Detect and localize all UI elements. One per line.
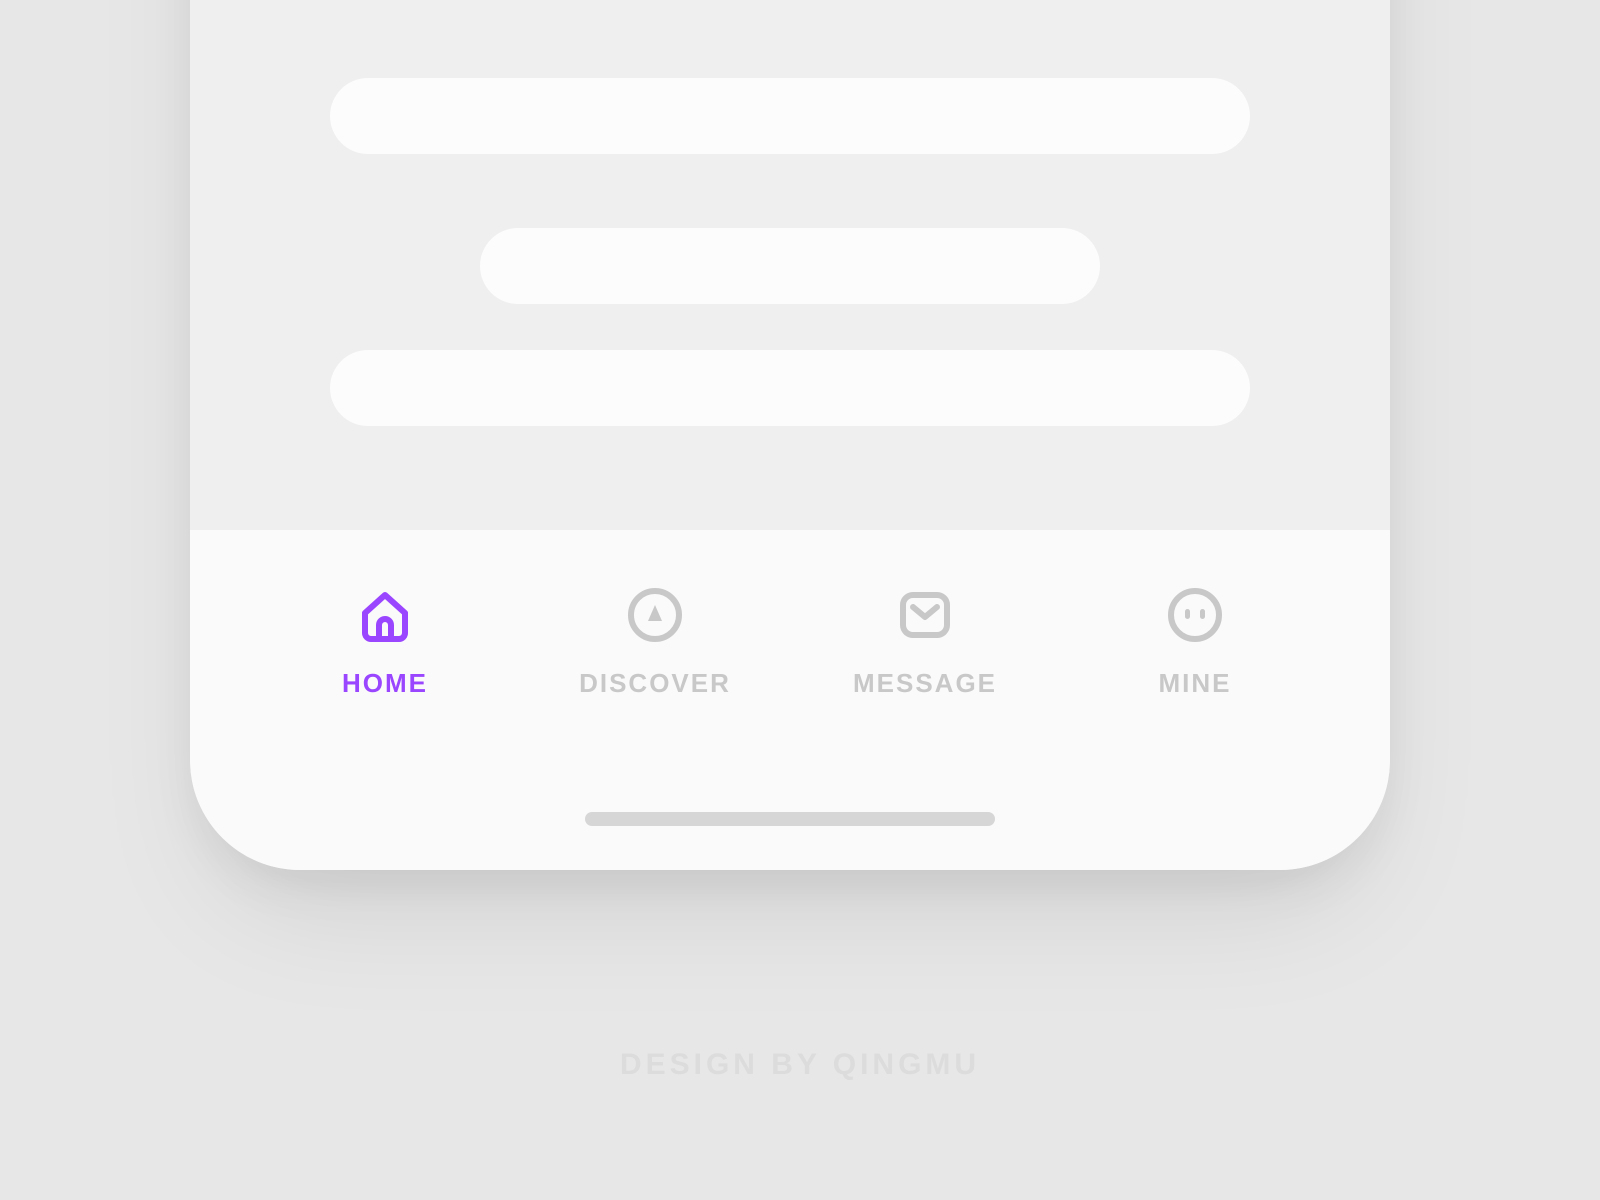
tab-label: MINE — [1159, 668, 1232, 699]
content-placeholder-area — [190, 0, 1390, 530]
face-icon — [1160, 580, 1230, 650]
tab-message[interactable]: MESSAGE — [825, 580, 1025, 699]
tab-mine[interactable]: MINE — [1095, 580, 1295, 699]
home-indicator — [585, 812, 995, 826]
placeholder-bar — [330, 350, 1250, 426]
tab-home[interactable]: HOME — [285, 580, 485, 699]
compass-icon — [620, 580, 690, 650]
design-credit: DESIGN BY QINGMU — [0, 1048, 1600, 1082]
home-icon — [350, 580, 420, 650]
placeholder-bar — [330, 78, 1250, 154]
bottom-tab-bar: HOME DISCOVER MESSAGE — [190, 530, 1390, 870]
tab-discover[interactable]: DISCOVER — [555, 580, 755, 699]
tab-label: MESSAGE — [853, 668, 997, 699]
placeholder-bar — [480, 228, 1100, 304]
tab-label: HOME — [342, 668, 428, 699]
tab-label: DISCOVER — [579, 668, 731, 699]
envelope-icon — [890, 580, 960, 650]
phone-frame: HOME DISCOVER MESSAGE — [190, 0, 1390, 870]
